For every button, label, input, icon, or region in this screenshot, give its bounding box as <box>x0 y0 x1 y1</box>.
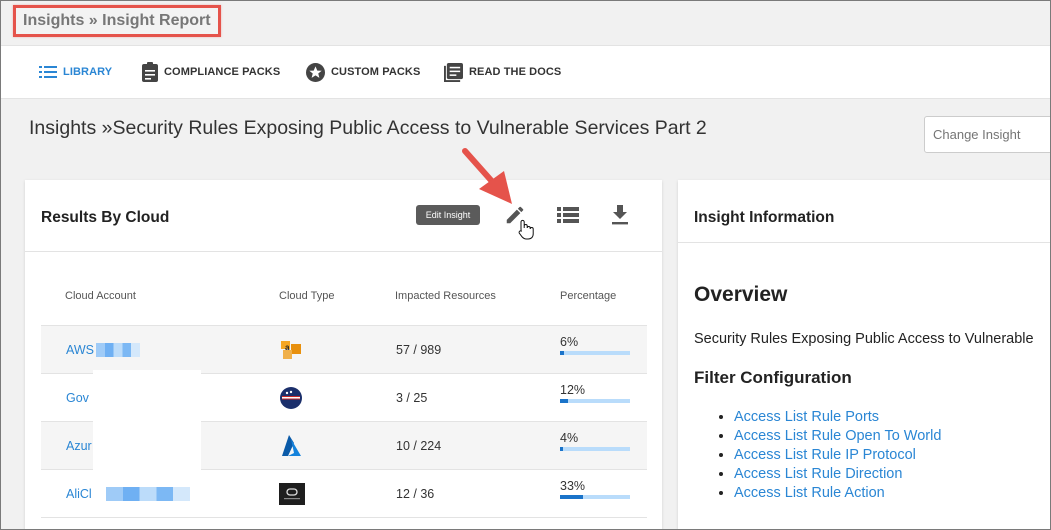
percentage-bar <box>560 351 630 355</box>
percentage-bar-fill <box>560 495 584 499</box>
card-divider <box>678 242 1050 243</box>
results-by-cloud-card: Results By Cloud Edit Insight Cloud Acco… <box>25 180 662 529</box>
alibaba-cloud-icon <box>279 483 305 505</box>
app-window: Insights » Insight Report LIBRARY COMPLI… <box>0 0 1051 530</box>
cloud-account-link[interactable]: Gov <box>66 391 89 405</box>
nav-read-the-docs-label: READ THE DOCS <box>469 66 562 78</box>
top-bar: Insights » Insight Report <box>1 1 1050 45</box>
star-circle-icon <box>306 62 325 82</box>
percentage-bar <box>560 399 630 403</box>
percentage-bar-fill <box>560 351 565 355</box>
percentage-bar-fill <box>560 447 563 451</box>
column-header: Cloud Account <box>65 290 136 302</box>
percentage-value: 4% <box>560 431 579 445</box>
download-icon <box>612 205 628 225</box>
pencil-icon <box>506 206 524 224</box>
percentage-value: 12% <box>560 383 586 397</box>
aws-icon: a <box>281 341 301 359</box>
percentage-cell: 33% <box>560 478 632 499</box>
redacted-account <box>96 343 141 357</box>
table-row[interactable]: AliCl 12 / 36 33% <box>41 469 647 518</box>
results-title: Results By Cloud <box>41 209 170 226</box>
filter-list: Access List Rule Ports Access List Rule … <box>717 408 941 503</box>
percentage-cell: 12% <box>560 382 632 403</box>
overview-heading: Overview <box>694 283 788 306</box>
filter-item: Access List Rule Direction <box>734 465 941 484</box>
table-row <box>41 517 647 529</box>
azure-icon <box>282 435 301 456</box>
list-icon <box>39 66 57 78</box>
filter-item: Access List Rule Action <box>734 484 941 503</box>
impacted-resources: 3 / 25 <box>396 391 428 405</box>
percentage-bar <box>560 495 630 499</box>
nav-compliance-packs-label: COMPLIANCE PACKS <box>164 66 281 78</box>
filter-link[interactable]: Access List Rule Ports <box>734 409 879 425</box>
breadcrumb[interactable]: Insights » Insight Report <box>13 5 221 37</box>
nav-custom-packs[interactable]: CUSTOM PACKS <box>306 46 420 98</box>
percentage-value: 33% <box>560 479 586 493</box>
filter-item: Access List Rule Ports <box>734 408 941 427</box>
cloud-account-link[interactable]: Azur <box>66 439 92 453</box>
filter-item: Access List Rule Open To World <box>734 427 941 446</box>
percentage-value: 6% <box>560 335 579 349</box>
card-divider <box>25 251 662 252</box>
cloud-account-cell[interactable]: AWS <box>66 326 141 374</box>
column-header: Impacted Resources <box>395 290 496 302</box>
nav-custom-packs-label: CUSTOM PACKS <box>331 66 421 78</box>
insight-information-card: Insight Information Overview Security Ru… <box>678 180 1050 529</box>
nav-library-label: LIBRARY <box>63 66 113 78</box>
column-header: Cloud Type <box>279 290 335 302</box>
cloud-account-link[interactable]: AWS <box>66 343 94 357</box>
filter-configuration-heading: Filter Configuration <box>694 368 852 387</box>
nav-compliance-packs[interactable]: COMPLIANCE PACKS <box>142 46 280 98</box>
library-nav: LIBRARY COMPLIANCE PACKS CUSTOM PACKS RE… <box>1 45 1050 99</box>
column-header: Percentage <box>560 290 617 302</box>
filter-link[interactable]: Access List Rule Direction <box>734 466 902 482</box>
gov-cloud-icon <box>280 387 302 409</box>
svg-text:a: a <box>285 343 290 352</box>
percentage-bar-fill <box>560 399 569 403</box>
insight-info-title: Insight Information <box>694 209 835 226</box>
redacted-account <box>105 487 190 501</box>
cloud-account-cell[interactable]: AliCl <box>66 470 190 518</box>
clipboard-icon <box>142 62 158 82</box>
impacted-resources: 12 / 36 <box>396 487 435 501</box>
docs-icon <box>444 62 463 82</box>
view-list-button[interactable] <box>557 207 579 223</box>
overview-text: Security Rules Exposing Public Access to… <box>694 331 1034 347</box>
nav-read-the-docs[interactable]: READ THE DOCS <box>444 46 561 98</box>
impacted-resources: 10 / 224 <box>396 439 442 453</box>
cloud-type-cell <box>279 374 303 422</box>
cloud-type-cell <box>279 422 303 470</box>
edit-insight-button[interactable] <box>504 204 526 226</box>
page-title: Insights »Security Rules Exposing Public… <box>29 117 707 139</box>
redaction-mask <box>93 370 201 470</box>
impacted-resources: 57 / 989 <box>396 343 442 357</box>
filter-link[interactable]: Access List Rule Action <box>734 485 885 501</box>
change-insight-input[interactable] <box>924 116 1050 153</box>
percentage-cell: 6% <box>560 334 632 355</box>
cloud-type-cell <box>279 470 305 518</box>
cloud-account-link[interactable]: AliCl <box>66 487 92 501</box>
table-row[interactable]: AWS a 57 / 989 6% <box>41 325 647 374</box>
filter-link[interactable]: Access List Rule Open To World <box>734 428 941 444</box>
edit-insight-tooltip: Edit Insight <box>416 205 480 225</box>
percentage-cell: 4% <box>560 430 632 451</box>
filter-item: Access List Rule IP Protocol <box>734 446 941 465</box>
list-view-icon <box>557 207 579 223</box>
download-button[interactable] <box>611 205 629 225</box>
cloud-type-cell: a <box>279 326 303 374</box>
percentage-bar <box>560 447 630 451</box>
nav-library[interactable]: LIBRARY <box>39 46 112 98</box>
filter-link[interactable]: Access List Rule IP Protocol <box>734 447 916 463</box>
